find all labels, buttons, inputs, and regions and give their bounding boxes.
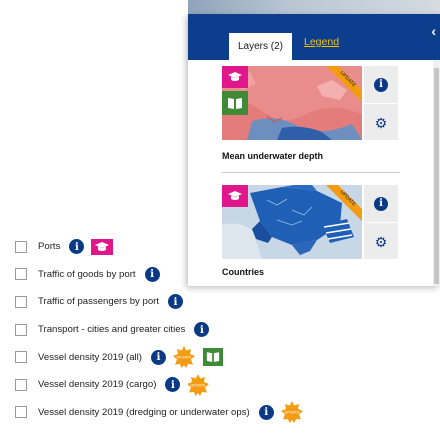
info-icon[interactable]: i xyxy=(168,294,184,310)
card-divider xyxy=(222,172,400,173)
layer-list: Ports i Traffic of goods by port i Traff… xyxy=(15,233,345,426)
card-actions: i ⚙ xyxy=(364,185,398,259)
info-icon[interactable]: i xyxy=(69,239,85,255)
list-item: Ports i xyxy=(15,233,345,261)
layer-card-thumbnail[interactable]: UPDATE xyxy=(222,66,362,140)
graduation-cap-icon xyxy=(222,185,248,207)
svg-text:UPDATE: UPDATE xyxy=(191,383,207,387)
list-item: Vessel density 2019 (all) i UPDATE xyxy=(15,343,345,371)
svg-text:UPDATE: UPDATE xyxy=(284,411,300,415)
layer-label[interactable]: Traffic of passengers by port xyxy=(38,296,159,307)
info-icon[interactable]: i xyxy=(258,404,274,420)
update-badge-icon: UPDATE xyxy=(173,346,195,369)
info-icon[interactable]: i xyxy=(194,322,210,338)
layer-checkbox[interactable] xyxy=(15,351,27,364)
info-icon[interactable]: i xyxy=(165,377,181,393)
layer-label[interactable]: Vessel density 2019 (dredging or underwa… xyxy=(38,407,250,418)
book-icon xyxy=(203,348,223,367)
info-button[interactable]: i xyxy=(364,185,398,222)
info-icon: i xyxy=(374,196,388,211)
layer-checkbox[interactable] xyxy=(15,406,27,419)
info-icon[interactable]: i xyxy=(151,349,166,365)
layer-card-title: Mean underwater depth xyxy=(222,151,324,161)
layer-checkbox[interactable] xyxy=(15,268,27,281)
list-item: Traffic of passengers by port i xyxy=(15,288,345,316)
layer-label[interactable]: Ports xyxy=(38,241,60,252)
chevron-left-icon[interactable]: ‹ xyxy=(431,23,436,39)
update-badge-icon: UPDATE xyxy=(187,373,210,396)
list-item: Vessel density 2019 (dredging or underwa… xyxy=(15,399,345,427)
info-button[interactable]: i xyxy=(364,66,398,103)
settings-button[interactable]: ⚙ xyxy=(364,222,398,260)
gear-icon: ⚙ xyxy=(374,114,388,131)
map-background-strip xyxy=(188,0,440,14)
info-icon: i xyxy=(374,77,388,92)
gear-icon: ⚙ xyxy=(374,233,388,250)
map-viewer: Layers (2) Legend ‹ UPDATE i ⚙ Mean unde… xyxy=(0,0,440,437)
update-badge-icon: UPDATE xyxy=(280,401,303,424)
svg-text:UPDATE: UPDATE xyxy=(176,356,192,360)
graduation-cap-icon xyxy=(91,238,114,255)
list-item: Vessel density 2019 (cargo) i UPDATE xyxy=(15,371,345,399)
layer-checkbox[interactable] xyxy=(15,323,27,336)
list-item: Transport - cities and greater cities i xyxy=(15,316,345,344)
settings-button[interactable]: ⚙ xyxy=(364,103,398,141)
tab-layers[interactable]: Layers (2) xyxy=(229,33,292,60)
layer-label[interactable]: Traffic of goods by port xyxy=(38,269,136,280)
layer-label[interactable]: Vessel density 2019 (all) xyxy=(38,352,142,363)
layer-checkbox[interactable] xyxy=(15,378,27,391)
graduation-cap-icon xyxy=(222,66,248,88)
panel-scrollbar[interactable] xyxy=(433,60,440,286)
tab-legend[interactable]: Legend xyxy=(304,36,339,48)
info-icon[interactable]: i xyxy=(144,266,160,282)
panel-header: Layers (2) Legend ‹ xyxy=(188,14,440,60)
layer-label[interactable]: Vessel density 2019 (cargo) xyxy=(38,379,156,390)
list-item: Traffic of goods by port i xyxy=(15,261,345,289)
layer-checkbox[interactable] xyxy=(15,295,27,308)
scrollbar-thumb[interactable] xyxy=(434,68,439,284)
card-actions: i ⚙ xyxy=(364,66,398,140)
layer-label[interactable]: Transport - cities and greater cities xyxy=(38,324,185,335)
layer-checkbox[interactable] xyxy=(15,240,27,253)
book-icon xyxy=(222,91,248,115)
